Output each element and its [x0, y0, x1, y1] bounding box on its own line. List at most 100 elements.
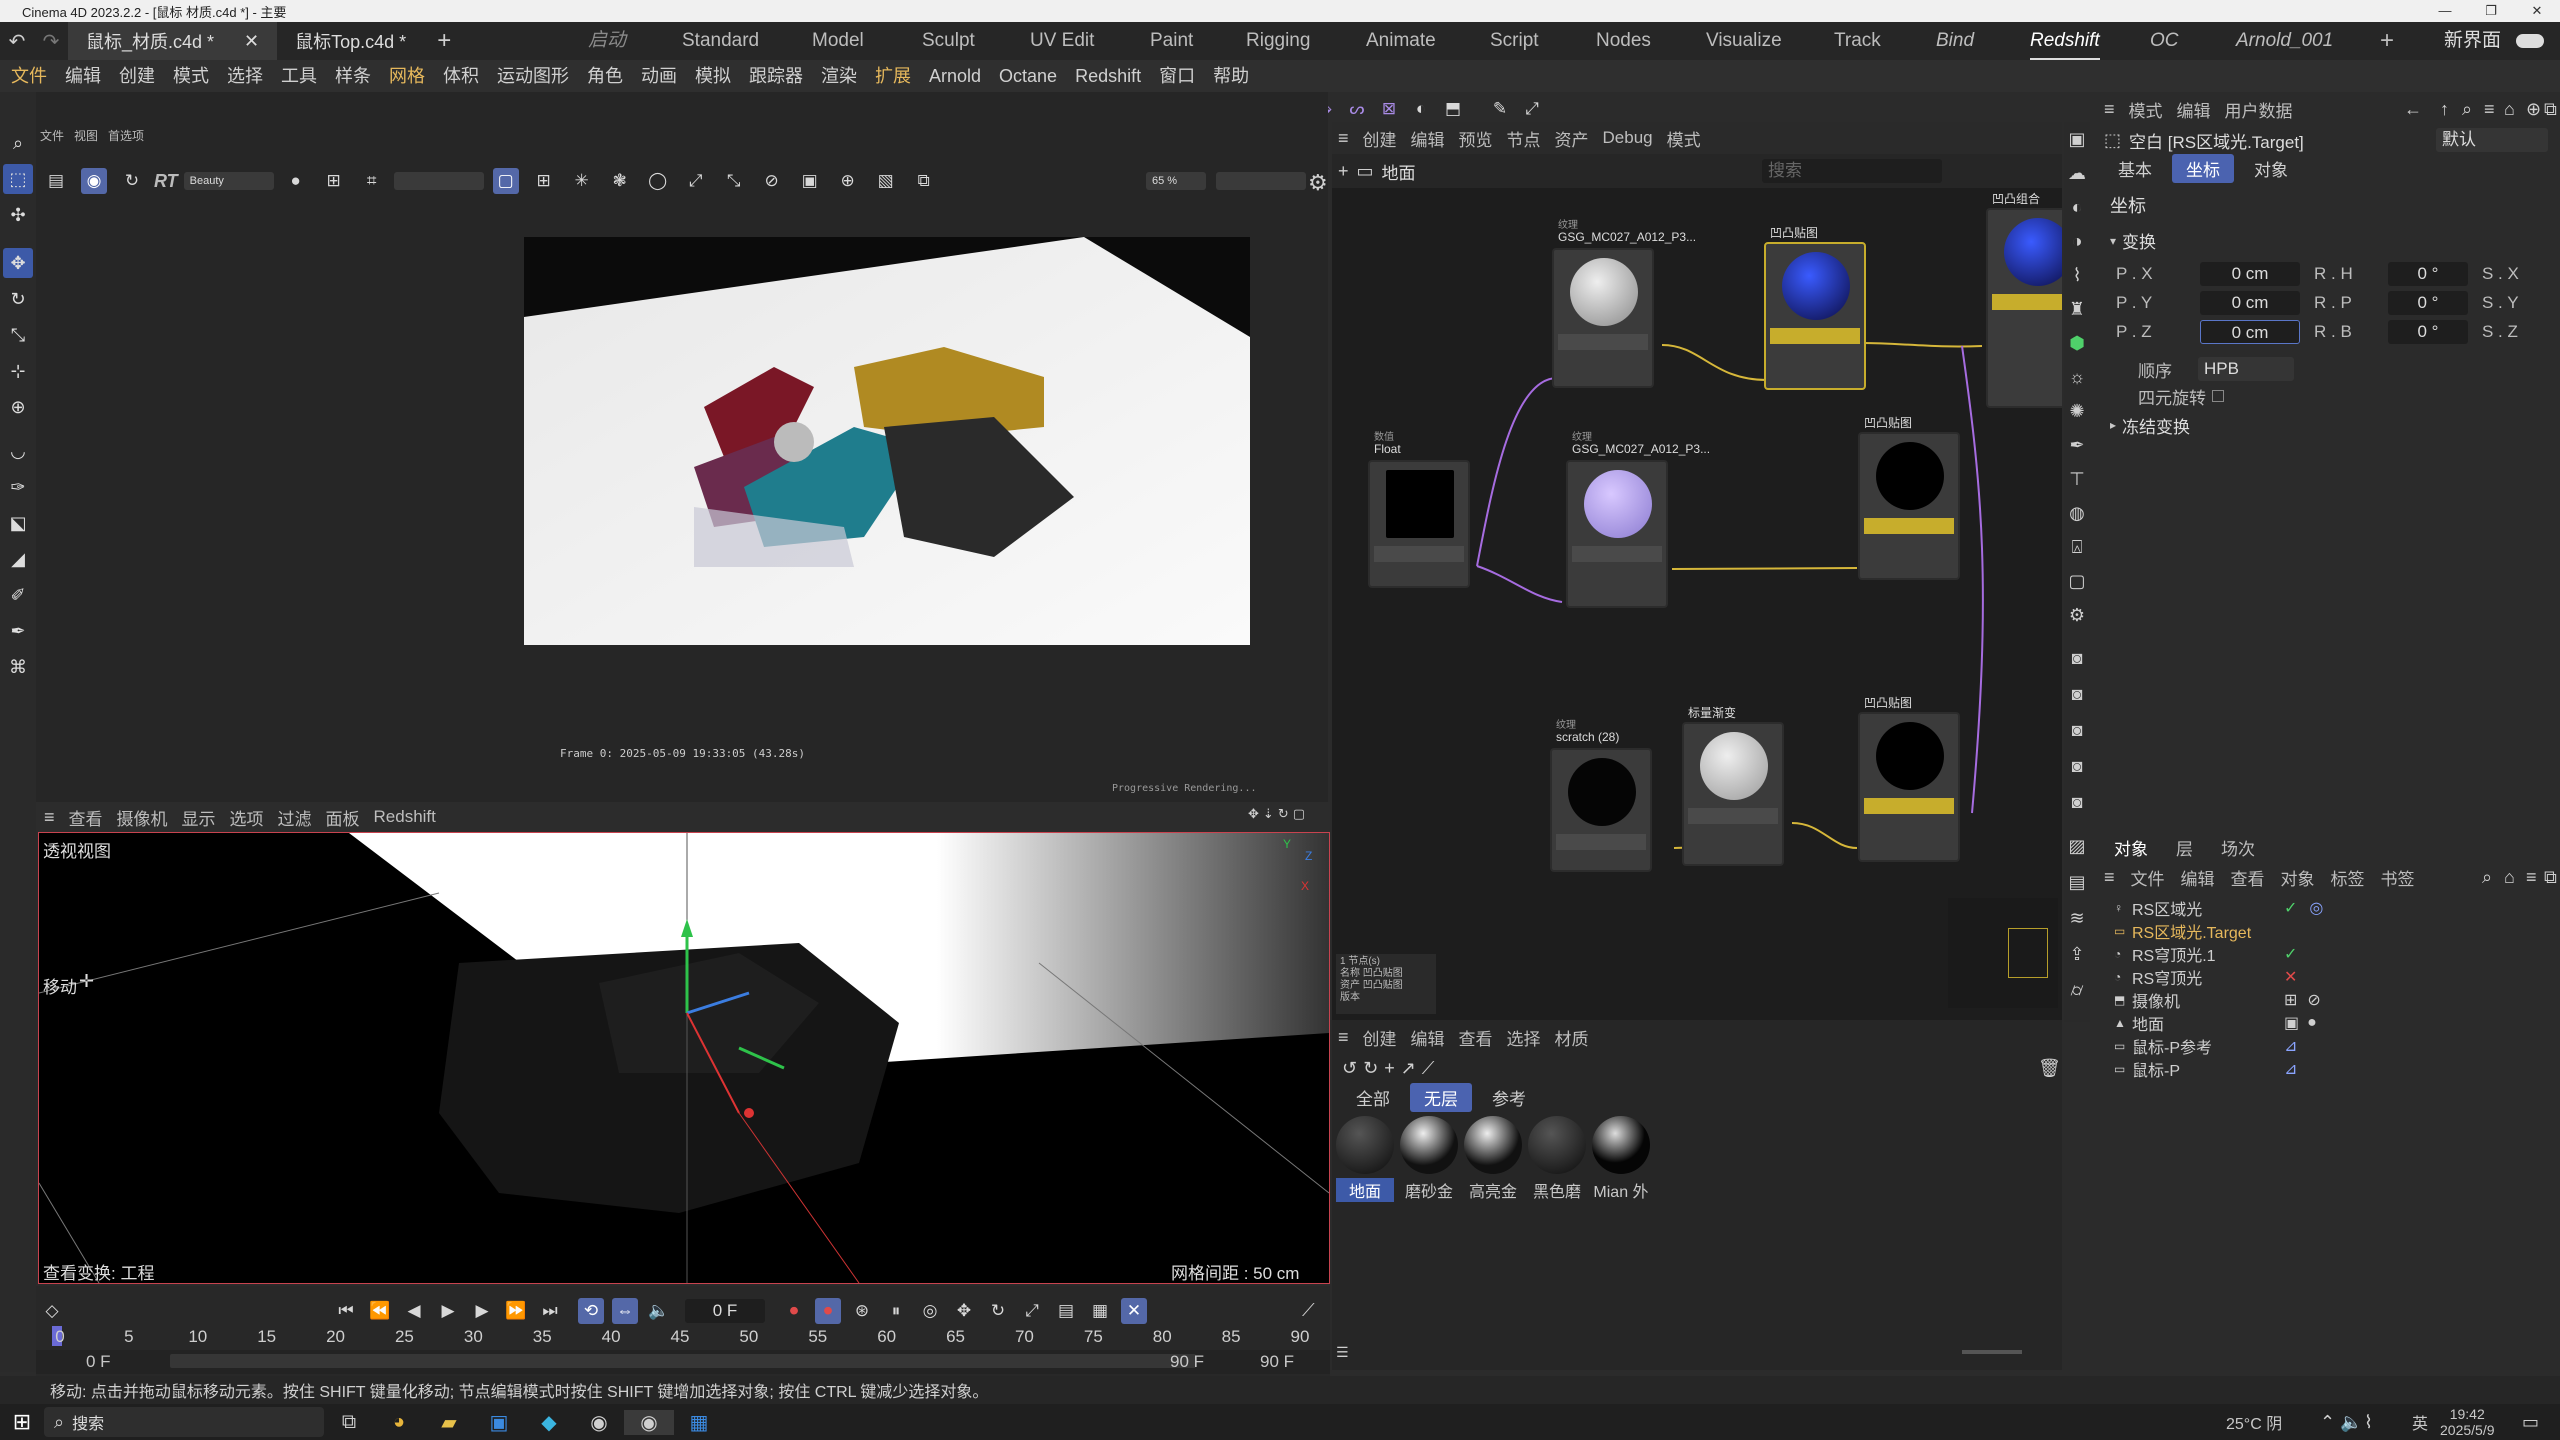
quaternion-checkbox[interactable] — [2212, 390, 2224, 402]
material-item-black-matte[interactable]: 黑色磨 — [1528, 1116, 1586, 1202]
node-texture-2[interactable]: 纹理 GSG_MC027_A012_P3... — [1566, 432, 1710, 608]
attr-menu-userdata[interactable]: 用户数据 — [2225, 97, 2293, 122]
bevel-icon[interactable]: ◢ — [3, 544, 33, 574]
attr-tab-object[interactable]: 对象 — [2240, 154, 2302, 183]
vp-maximize-icon[interactable]: ▢ — [1293, 806, 1305, 822]
obj-expand-icon[interactable]: ⧉ — [2544, 867, 2557, 888]
menu-volume[interactable]: 体积 — [434, 60, 488, 92]
layout-tab-oc[interactable]: OC — [2150, 22, 2179, 60]
rot-p-field[interactable]: 0 ° — [2388, 290, 2468, 315]
ne-menu-node[interactable]: 节点 — [1507, 126, 1541, 151]
mat-menu-create[interactable]: 创建 — [1363, 1025, 1397, 1050]
gear-icon[interactable]: ⚙ — [2064, 598, 2090, 632]
app2-icon[interactable]: ▦ — [674, 1410, 724, 1435]
attr-hamburger-icon[interactable]: ≡ — [2104, 99, 2115, 120]
light-icon[interactable]: ✺ — [2064, 394, 2090, 428]
c4d-active-icon[interactable]: ◉ — [624, 1409, 674, 1435]
fit-icon[interactable]: ⤢ — [683, 168, 709, 194]
vp-nav-down-icon[interactable]: ⇣ — [1263, 806, 1274, 822]
ne-menu-edit[interactable]: 编辑 — [1411, 126, 1445, 151]
material-item-ground[interactable]: 地面 — [1336, 1116, 1394, 1202]
windows-start-icon[interactable]: ⊞ — [0, 1409, 44, 1435]
bucket-icon[interactable]: ⊞ — [531, 168, 557, 194]
obj-row-rs-dome-light[interactable]: ◔ RS穹顶光 ✕ — [2114, 965, 2560, 988]
knife-icon[interactable]: ✑ — [3, 472, 33, 502]
layout-tab-bind[interactable]: Bind — [1936, 22, 1974, 60]
node-scalar-ramp[interactable]: 标量渐变 — [1682, 706, 1784, 866]
fcurve-icon[interactable]: ⟋ — [1302, 1300, 1315, 1321]
menu-window[interactable]: 窗口 — [1150, 60, 1204, 92]
attr-expand-icon[interactable]: ⧉ — [2544, 99, 2557, 120]
obj-row-ground[interactable]: ▲ 地面 ▣ ● — [2114, 1011, 2560, 1034]
sphere2-icon[interactable]: ◑ — [2064, 224, 2090, 258]
grid-overlay-icon[interactable]: ⊞ — [321, 168, 347, 194]
menu-simulate[interactable]: 模拟 — [686, 60, 740, 92]
explorer-icon[interactable]: ▰ — [424, 1410, 474, 1435]
add-node-icon[interactable]: + — [1338, 161, 1349, 182]
layout-tab-animate[interactable]: Animate — [1366, 22, 1436, 60]
paint-icon[interactable]: ✒ — [3, 616, 33, 646]
layout-tab-standard[interactable]: Standard — [682, 22, 759, 60]
picture-icon[interactable]: ▨ — [2064, 828, 2090, 864]
axis-icon[interactable]: ⊕ — [3, 392, 33, 422]
fog-icon[interactable]: ≋ — [2064, 900, 2090, 936]
obj-menu-view[interactable]: 查看 — [2231, 865, 2265, 890]
filter-reference[interactable]: 参考 — [1478, 1083, 1540, 1112]
obj-menu-object[interactable]: 对象 — [2281, 865, 2315, 890]
circle-icon[interactable]: ◯ — [645, 168, 671, 194]
attr-group-transform[interactable]: ▾ 变换 — [2090, 228, 2560, 253]
render-start-icon[interactable]: ◉ — [81, 168, 107, 194]
range-slider[interactable] — [170, 1354, 1196, 1368]
menu-mograph[interactable]: 运动图形 — [488, 60, 578, 92]
crop-icon[interactable]: ⌗ — [359, 168, 385, 194]
camera-1-icon[interactable]: ◙ — [2064, 640, 2090, 676]
node-search-input[interactable]: 搜索 — [1762, 159, 1942, 183]
ime-indicator[interactable]: 英 — [2412, 1410, 2428, 1434]
network-icon[interactable]: ⌇ — [2364, 1412, 2373, 1433]
speaker-icon[interactable]: 🔈 — [2340, 1412, 2362, 1433]
menu-tools[interactable]: 工具 — [272, 60, 326, 92]
denoise-icon[interactable]: ✳ — [569, 168, 595, 194]
node-scratch[interactable]: 纹理 scratch (28) — [1550, 720, 1652, 872]
rotation-order-select[interactable]: HPB — [2198, 357, 2294, 381]
add-snapshot-icon[interactable]: ⊕ — [835, 168, 861, 194]
attr-tab-coord[interactable]: 坐标 — [2172, 153, 2234, 183]
lamp-icon[interactable]: ⍓ — [2064, 530, 2090, 564]
redo-icon[interactable]: ↷ — [34, 29, 68, 54]
protection-tag-icon[interactable]: ⊘ — [2307, 990, 2320, 1010]
pos-x-field[interactable]: 0 cm — [2200, 261, 2300, 286]
environment-icon[interactable]: ◐ — [1408, 96, 1434, 122]
pos-z-field[interactable]: 0 cm — [2200, 319, 2300, 344]
menu-create[interactable]: 创建 — [110, 60, 164, 92]
filter-no-layer[interactable]: 无层 — [1410, 1082, 1472, 1112]
tag-icon[interactable]: ◎ — [2309, 898, 2323, 918]
range-end[interactable]: 90 F — [1260, 1352, 1294, 1372]
globe-icon[interactable]: ◍ — [2064, 496, 2090, 530]
loop-icon[interactable]: ◡ — [3, 436, 33, 466]
vp-menu-filter[interactable]: 过滤 — [278, 805, 312, 830]
mat-new-icon[interactable]: ↺ — [1342, 1058, 1357, 1079]
bucket-fill-icon[interactable]: ♜ — [2064, 292, 2090, 326]
material-tag-icon[interactable]: ▣ — [2284, 1013, 2299, 1033]
camera-tag-icon[interactable]: ⊞ — [2284, 990, 2297, 1010]
obj-filter-icon[interactable]: ⌂ — [2504, 867, 2515, 888]
tab-layers[interactable]: 层 — [2176, 835, 2193, 860]
post-icon[interactable]: ❃ — [607, 168, 633, 194]
mat-add-icon[interactable]: + — [1384, 1058, 1395, 1079]
sky-icon[interactable]: ☁ — [2064, 156, 2090, 190]
camera-5-icon[interactable]: ◙ — [2064, 784, 2090, 820]
toggle-switch[interactable] — [2516, 34, 2544, 48]
attr-search-icon[interactable]: ⌕ — [2462, 99, 2472, 120]
minimize-icon[interactable]: — — [2422, 0, 2468, 22]
doc-tab-top[interactable]: 鼠标Top.c4d * — [277, 22, 424, 60]
frame-icon[interactable]: ▢ — [2064, 564, 2090, 598]
camera-3-icon[interactable]: ◙ — [2064, 712, 2090, 748]
close-tab-icon[interactable]: ✕ — [244, 31, 259, 52]
search-icon[interactable]: ⌕ — [3, 128, 33, 158]
app-icon[interactable]: ◆ — [524, 1410, 574, 1435]
layout-tab-visualize[interactable]: Visualize — [1706, 22, 1782, 60]
select-icon[interactable]: ⬚ — [3, 164, 33, 194]
obj-row-rs-dome-light-1[interactable]: ◔ RS穹顶光.1 ✓ — [2114, 942, 2560, 965]
refresh-icon[interactable]: ↻ — [119, 168, 145, 194]
chrome-icon[interactable]: ◕ — [374, 1411, 424, 1434]
